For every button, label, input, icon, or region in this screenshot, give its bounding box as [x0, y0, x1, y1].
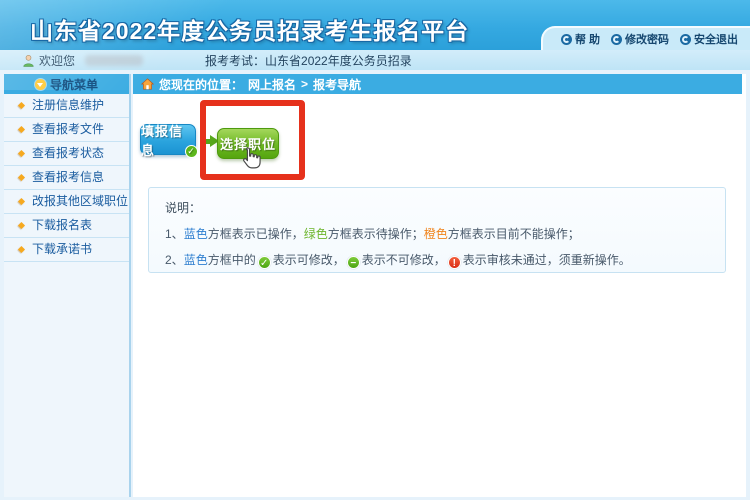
notes-line-1-t2: 方框表示待操作；	[328, 227, 424, 241]
legend-word-orange: 橙色	[424, 227, 448, 241]
notes-line-2: 2、蓝色方框中的✓表示可修改，−表示不可修改，!表示审核未通过，须重新操作。	[165, 251, 709, 269]
notes-line-1-t3: 方框表示目前不能操作；	[448, 227, 580, 241]
logout-label: 安全退出	[694, 31, 738, 47]
editable-check-icon: ✓	[258, 256, 271, 269]
help-icon	[561, 34, 572, 45]
help-link[interactable]: 帮 助	[561, 31, 600, 47]
header-quick-links: 帮 助 修改密码 安全退出	[541, 26, 750, 50]
sidebar-item-change-region-position[interactable]: 改报其他区域职位	[4, 190, 129, 214]
help-link-label: 帮 助	[575, 31, 600, 47]
notes-line-2-t1: 方框中的	[208, 253, 256, 267]
notes-line-2-t4: 表示审核未通过，须重新操作。	[463, 253, 631, 267]
change-password-icon	[611, 34, 622, 45]
step-done-check-icon: ✓	[185, 145, 198, 158]
not-editable-minus-icon: −	[347, 256, 360, 269]
sidebar-item-view-exam-files[interactable]: 查看报考文件	[4, 118, 129, 142]
sidebar-item-download-registration-form[interactable]: 下载报名表	[4, 214, 129, 238]
sidebar-item-view-exam-info[interactable]: 查看报考信息	[4, 166, 129, 190]
sidebar-item-download-commitment-letter[interactable]: 下载承诺书	[4, 238, 129, 262]
audit-failed-exclamation-icon: !	[448, 256, 461, 269]
legend-word-blue: 蓝色	[184, 227, 208, 241]
step-fill-info-button[interactable]: 填报信息 ✓	[140, 124, 196, 155]
sidebar-nav: 导航菜单 注册信息维护 查看报考文件 查看报考状态 查看报考信息 改报其他区域职…	[4, 74, 131, 497]
sidebar-item-view-exam-status[interactable]: 查看报考状态	[4, 142, 129, 166]
page-title: 山东省2022年度公务员招录考生报名平台	[30, 12, 469, 46]
main-content: 您现在的位置：网上报名 > 报考导航 填报信息 ✓ 选择职位 说明： 1、蓝色方…	[133, 74, 746, 497]
logout-link[interactable]: 安全退出	[680, 31, 738, 47]
legend-word-blue-2: 蓝色	[184, 253, 208, 267]
notes-line-2-t3: 表示不可修改，	[362, 253, 446, 267]
notes-line-2-t2: 表示可修改，	[273, 253, 345, 267]
notes-line-1: 1、蓝色方框表示已操作，绿色方框表示待操作；橙色方框表示目前不能操作；	[165, 225, 709, 242]
notes-title: 说明：	[165, 199, 709, 216]
notes-line-1-num: 1、	[165, 227, 184, 241]
change-password-label: 修改密码	[625, 31, 669, 47]
registration-platform-page: 山东省2022年度公务员招录考生报名平台 帮 助 修改密码 安全退出 欢迎您	[0, 0, 750, 500]
cursor-hand-icon	[237, 146, 263, 172]
app-header: 山东省2022年度公务员招录考生报名平台 帮 助 修改密码 安全退出	[0, 0, 750, 50]
legend-word-green: 绿色	[304, 227, 328, 241]
change-password-link[interactable]: 修改密码	[611, 31, 669, 47]
notes-line-2-num: 2、	[165, 253, 184, 267]
notes-box: 说明： 1、蓝色方框表示已操作，绿色方框表示待操作；橙色方框表示目前不能操作； …	[148, 187, 726, 273]
logout-icon	[680, 34, 691, 45]
sidebar-item-register-info[interactable]: 注册信息维护	[4, 94, 129, 118]
notes-line-1-t1: 方框表示已操作，	[208, 227, 304, 241]
